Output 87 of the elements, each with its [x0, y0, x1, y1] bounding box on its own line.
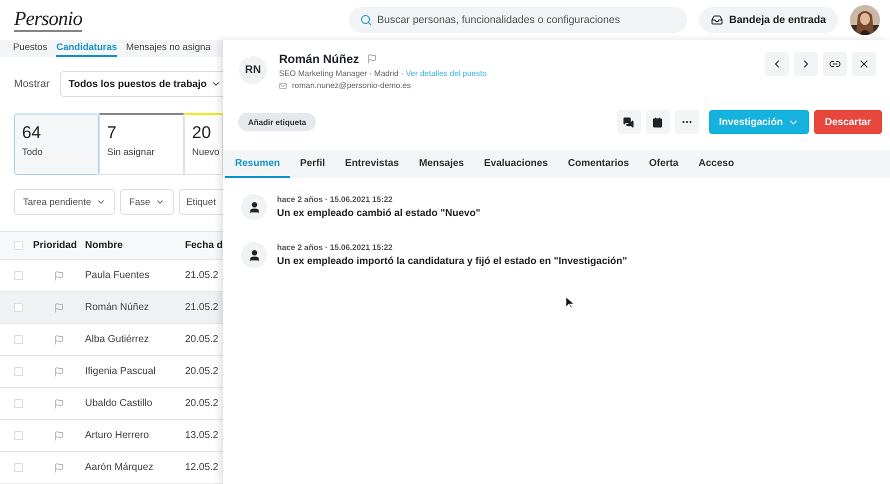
flag-icon[interactable]: [54, 462, 64, 472]
nav-tab[interactable]: Puestos: [13, 40, 48, 57]
checkbox[interactable]: [14, 463, 23, 472]
stage-card[interactable]: 20 Nuevo: [184, 113, 223, 175]
cursor-icon: [566, 297, 574, 309]
table-cell-text: 20.05.2: [185, 366, 220, 377]
tab[interactable]: Entrevistas: [335, 150, 409, 178]
flag-icon[interactable]: [54, 366, 64, 376]
table-row[interactable]: Román Núñez 21.05.2: [0, 292, 223, 324]
stage-count: 64: [22, 123, 42, 143]
checkbox[interactable]: [14, 399, 23, 408]
logo: Personio: [14, 8, 82, 32]
column-header: Prioridad: [33, 240, 78, 251]
tab[interactable]: Comentarios: [558, 150, 640, 178]
checkbox[interactable]: [14, 241, 23, 250]
checkbox[interactable]: [14, 303, 23, 312]
table-cell-text: 12.05.2: [185, 462, 220, 473]
add-tag-button[interactable]: Añadir etiqueta: [238, 113, 316, 131]
column-header: Fecha d: [185, 240, 222, 251]
table-cell-text: Román Núñez: [85, 302, 150, 313]
inbox-icon: [711, 14, 724, 26]
stage-label: Nuevo: [192, 147, 220, 159]
tab[interactable]: Perfil: [290, 150, 336, 178]
person-icon: [241, 242, 267, 268]
close-icon: [858, 58, 870, 70]
initials-avatar: RN: [239, 56, 267, 84]
stage-label: Sin asignar: [107, 147, 156, 159]
discard-button[interactable]: Descartar: [814, 110, 882, 134]
flag-icon[interactable]: [367, 54, 378, 64]
table-cell-text: Alba Gutiérrez: [85, 334, 150, 345]
stage-card[interactable]: 64 Todo: [14, 113, 99, 175]
search-icon: [360, 14, 372, 26]
tab[interactable]: Mensajes: [408, 150, 474, 178]
table-cell-text: Arturo Herrero: [85, 430, 150, 441]
filter-button[interactable]: Etiquet: [179, 189, 223, 215]
flag-icon[interactable]: [54, 302, 64, 312]
more-button[interactable]: [674, 110, 699, 134]
table-cell-text: 21.05.2: [185, 302, 220, 313]
calendar-icon: [652, 116, 664, 128]
activity-text: Un ex empleado importó la candidatura y fijó el estado en "Investigación": [277, 256, 628, 267]
stage-count: 7: [107, 123, 118, 143]
email: roman.nunez@personio-demo.es: [292, 81, 411, 90]
checkbox[interactable]: [14, 271, 23, 280]
nav-tab[interactable]: Mensajes no asigna: [126, 40, 211, 57]
table-cell-text: Ifigenia Pascual: [85, 366, 157, 377]
link-icon: [829, 58, 841, 70]
chat-icon: [623, 116, 634, 128]
checkbox[interactable]: [14, 367, 23, 376]
flag-icon[interactable]: [54, 398, 64, 408]
table-cell-text: Paula Fuentes: [85, 270, 150, 281]
table-cell-text: Ubaldo Castillo: [85, 398, 154, 409]
person-icon: [241, 194, 267, 220]
activity-time: hace 2 años · 15.06.2021 15:22: [277, 195, 394, 204]
previous-button[interactable]: [765, 52, 789, 76]
column-header: Nombre: [85, 240, 124, 251]
checkbox[interactable]: [14, 335, 23, 344]
flag-icon[interactable]: [54, 430, 64, 440]
search-field[interactable]: Buscar personas, funcionalidades o configuraciones: [349, 7, 688, 33]
flag-icon[interactable]: [54, 334, 64, 344]
stage-count: 20: [192, 123, 212, 143]
checkbox[interactable]: [14, 431, 23, 440]
link-button[interactable]: [823, 52, 847, 76]
job-filter-dropdown[interactable]: Todos los puestos de trabajo: [60, 71, 223, 97]
stage-label: Todo: [22, 147, 44, 159]
filter-button[interactable]: Fase: [120, 189, 174, 215]
messages-button[interactable]: [616, 110, 641, 134]
show-label: Mostrar: [14, 78, 50, 90]
tab[interactable]: Evaluaciones: [474, 150, 558, 178]
next-button[interactable]: [794, 52, 818, 76]
candidate-name: Román Núñez: [279, 52, 360, 66]
table-cell-text: 13.05.2: [185, 430, 220, 441]
stage-card[interactable]: 7 Sin asignar: [99, 113, 184, 175]
filter-button[interactable]: Tarea pendiente: [14, 189, 116, 215]
flag-icon[interactable]: [54, 270, 64, 280]
tab[interactable]: Acceso: [688, 150, 744, 178]
mail-icon: [279, 82, 287, 90]
table-cell-text: 20.05.2: [185, 334, 220, 345]
job-subtitle: SEO Marketing Manager · Madrid · Ver detalles del puesto: [279, 69, 488, 78]
activity-time: hace 2 años · 15.06.2021 15:22: [277, 243, 394, 252]
tab[interactable]: Oferta: [639, 150, 688, 178]
calendar-button[interactable]: [646, 110, 670, 134]
close-button[interactable]: [852, 52, 876, 76]
inbox-button[interactable]: Bandeja de entrada: [699, 7, 838, 33]
table-cell-text: 20.05.2: [185, 398, 220, 409]
table-cell-text: Aarón Márquez: [85, 462, 154, 473]
activity-text: Un ex empleado cambió al estado "Nuevo": [277, 208, 480, 219]
table-cell-text: 21.05.2: [185, 270, 220, 281]
